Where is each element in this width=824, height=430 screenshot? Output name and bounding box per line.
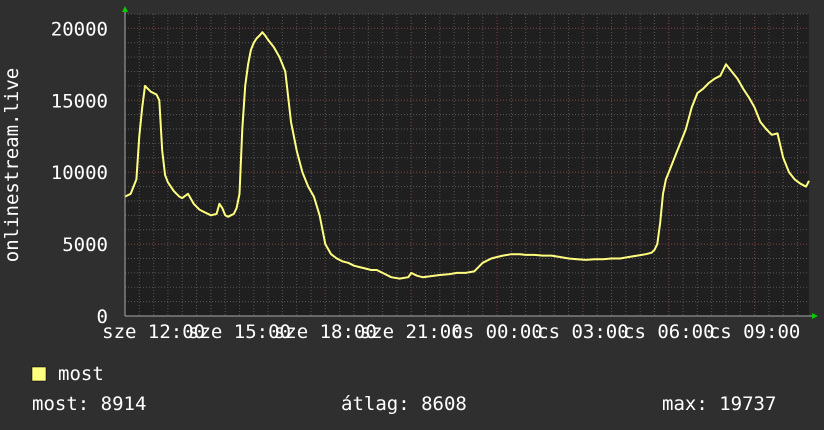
x-tick-labels: sze 12:00sze 15:00sze 18:00sze 21:00cs 0… (102, 321, 800, 343)
chart: 05000100001500020000 sze 12:00sze 15:00s… (0, 0, 824, 430)
x-tick-label: cs 06:00 (623, 321, 715, 343)
x-tick-label: cs 00:00 (451, 321, 543, 343)
y-tick-label: 10000 (51, 162, 108, 184)
x-tick-label: cs 03:00 (537, 321, 629, 343)
y-tick-label: 20000 (51, 18, 108, 40)
stat-current: most: 8914 (32, 393, 146, 415)
y-axis-title: onlinestream.live (1, 68, 23, 262)
stat-max: max: 19737 (662, 393, 776, 415)
stat-average: átlag: 8608 (341, 393, 467, 415)
plot-area (125, 14, 809, 316)
y-tick-label: 5000 (62, 234, 108, 256)
y-tick-label: 15000 (51, 90, 108, 112)
legend-swatch (31, 366, 47, 382)
x-tick-label: cs 09:00 (709, 321, 801, 343)
x-tick-label: sze 21:00 (360, 321, 463, 343)
stats: most: 8914 átlag: 8608 max: 19737 (32, 393, 776, 415)
legend-label: most (58, 363, 104, 385)
